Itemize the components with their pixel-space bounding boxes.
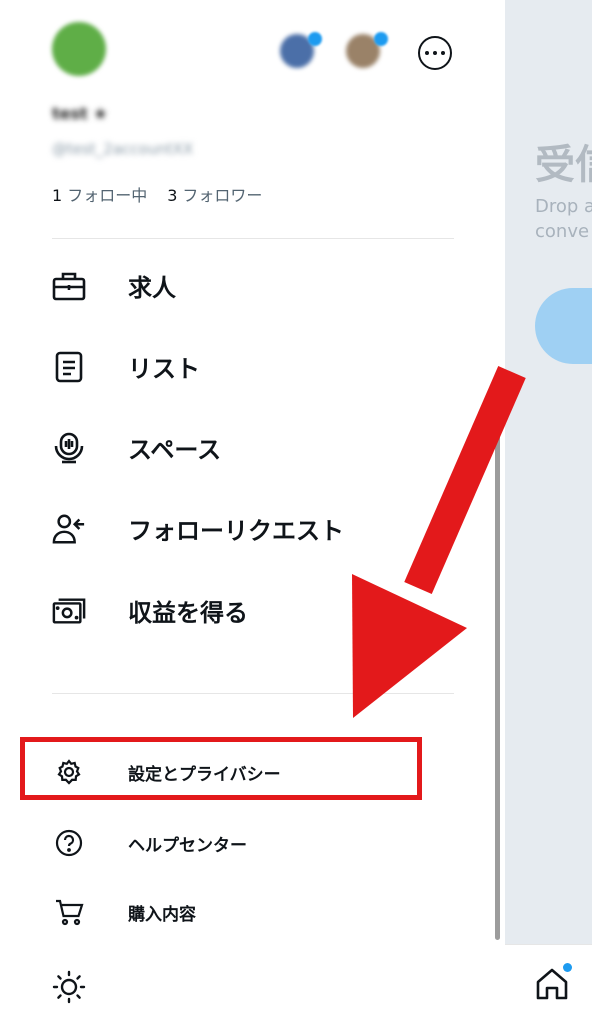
annotation-arrow [352, 366, 526, 718]
